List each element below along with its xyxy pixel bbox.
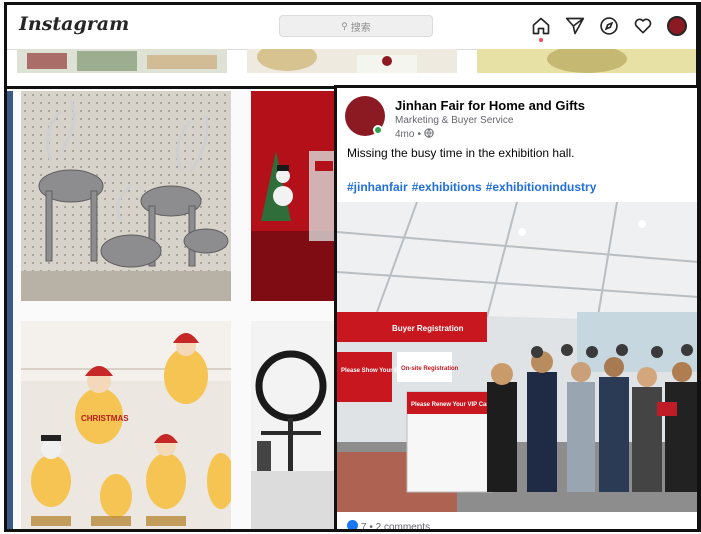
heart-icon[interactable]: [632, 15, 654, 37]
grid-tile-reindeer[interactable]: [21, 91, 231, 301]
reindeer-image: [21, 91, 231, 301]
search-icon: ⚲: [341, 20, 348, 31]
globe-icon: [424, 128, 434, 141]
instagram-top-bar: Instagram ⚲ 搜索: [4, 2, 699, 89]
hashtag-link[interactable]: #exhibitions: [412, 180, 482, 194]
post-hashtags: #jinhanfair #exhibitions #exhibitionindu…: [347, 180, 596, 194]
nav-bar: Instagram ⚲ 搜索: [7, 5, 696, 50]
led-figures-image: CHRISTMAS: [21, 321, 231, 529]
post-header: Jinhan Fair for Home and Gifts Marketing…: [345, 96, 685, 140]
hashtag-link[interactable]: #jinhanfair: [347, 180, 408, 194]
post-card: Jinhan Fair for Home and Gifts Marketing…: [334, 85, 700, 532]
registration-banner: Buyer Registration: [392, 324, 464, 333]
post-meta: 4mo •: [395, 128, 434, 141]
grid-tile-row1-a[interactable]: [17, 49, 227, 73]
exhibition-hall-image: Buyer Registration Please Show Your Badg…: [337, 202, 697, 512]
reaction-count: 7 • 2 comments: [361, 521, 431, 532]
post-photo[interactable]: Buyer Registration Please Show Your Badg…: [337, 202, 697, 512]
grid-tile-led-figures[interactable]: CHRISTMAS: [21, 321, 231, 529]
hashtag-link[interactable]: #exhibitionindustry: [486, 180, 597, 194]
post-time[interactable]: 4mo: [395, 129, 414, 140]
explore-icon[interactable]: [598, 15, 620, 37]
post-author[interactable]: Jinhan Fair for Home and Gifts: [395, 98, 585, 113]
post-subtitle: Marketing & Buyer Service: [395, 115, 514, 126]
post-reactions[interactable]: 7 • 2 comments: [347, 520, 431, 532]
notification-dot: [539, 38, 543, 42]
grid-tile-row1-b[interactable]: [247, 49, 457, 73]
onsite-sign: On-site Registration: [401, 366, 459, 372]
avatar[interactable]: [666, 15, 688, 37]
search-input[interactable]: ⚲ 搜索: [279, 15, 433, 37]
left-edge-sliver: [7, 91, 13, 529]
grid-tile-row1-c[interactable]: [477, 49, 696, 73]
online-status-dot: [373, 125, 383, 135]
direct-icon[interactable]: [564, 15, 586, 37]
nav-icons: [530, 15, 688, 42]
instagram-logo[interactable]: Instagram: [19, 13, 129, 35]
search-placeholder: 搜索: [350, 22, 371, 34]
meta-separator: •: [417, 129, 421, 140]
post-text: Missing the busy time in the exhibition …: [347, 146, 575, 160]
like-reaction-icon: [347, 520, 358, 529]
santa-label: CHRISTMAS: [81, 414, 129, 423]
vip-sign: Please Renew Your VIP Card: [411, 402, 493, 408]
home-icon[interactable]: [530, 15, 552, 42]
